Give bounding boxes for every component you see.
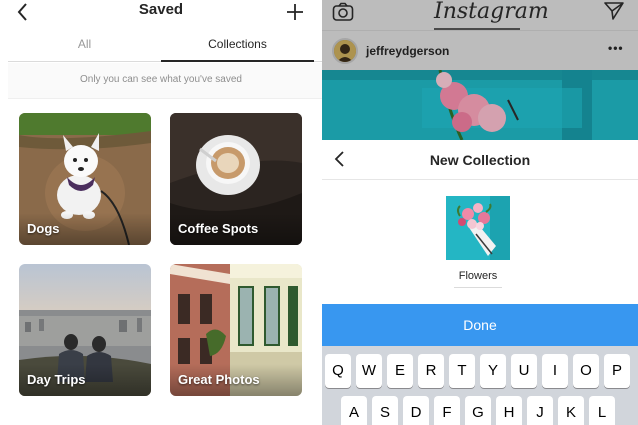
new-collection-sheet: New Collection Flowers Done QWERTYUIOP A… — [322, 140, 638, 425]
key-h[interactable]: H — [496, 396, 522, 425]
collection-cover-thumbnail[interactable] — [446, 196, 510, 260]
saved-tabs: All Collections — [8, 28, 322, 62]
key-q[interactable]: Q — [325, 354, 351, 388]
flowers-thumbnail-image — [446, 196, 510, 260]
collection-label: Coffee Spots — [178, 221, 259, 236]
collection-label: Day Trips — [27, 372, 86, 387]
key-l[interactable]: L — [589, 396, 615, 425]
key-u[interactable]: U — [511, 354, 537, 388]
collection-card-great-photos[interactable]: Great Photos — [170, 264, 302, 396]
sheet-header: New Collection — [322, 140, 638, 180]
collection-label: Dogs — [27, 221, 60, 236]
collection-card-dogs[interactable]: Dogs — [19, 113, 151, 245]
key-t[interactable]: T — [449, 354, 475, 388]
key-p[interactable]: P — [604, 354, 630, 388]
tab-collections[interactable]: Collections — [161, 28, 314, 62]
onscreen-keyboard: QWERTYUIOP ASDFGHJKL — [322, 346, 638, 425]
collection-card-coffee-spots[interactable]: Coffee Spots — [170, 113, 302, 245]
collection-label: Great Photos — [178, 372, 260, 387]
collection-card-day-trips[interactable]: Day Trips — [19, 264, 151, 396]
plus-icon[interactable] — [284, 1, 306, 23]
key-j[interactable]: J — [527, 396, 553, 425]
key-f[interactable]: F — [434, 396, 460, 425]
privacy-notice: Only you can see what you've saved — [79, 74, 242, 85]
tab-all[interactable]: All — [8, 28, 161, 62]
key-a[interactable]: A — [341, 396, 367, 425]
done-button[interactable]: Done — [322, 304, 638, 346]
new-collection-screen: Instagram jeffreydgerson ••• New Collect… — [322, 0, 638, 425]
key-k[interactable]: K — [558, 396, 584, 425]
page-title: Saved — [138, 1, 184, 18]
key-o[interactable]: O — [573, 354, 599, 388]
collection-name-field[interactable]: Flowers — [454, 270, 502, 288]
saved-screen: Saved All Collections Only you can see w… — [0, 0, 322, 425]
key-g[interactable]: G — [465, 396, 491, 425]
saved-header: Saved — [0, 0, 322, 24]
key-w[interactable]: W — [356, 354, 382, 388]
key-y[interactable]: Y — [480, 354, 506, 388]
key-e[interactable]: E — [387, 354, 413, 388]
key-s[interactable]: S — [372, 396, 398, 425]
key-i[interactable]: I — [542, 354, 568, 388]
key-r[interactable]: R — [418, 354, 444, 388]
key-d[interactable]: D — [403, 396, 429, 425]
dim-overlay — [322, 0, 638, 140]
sheet-title: New Collection — [429, 152, 531, 168]
